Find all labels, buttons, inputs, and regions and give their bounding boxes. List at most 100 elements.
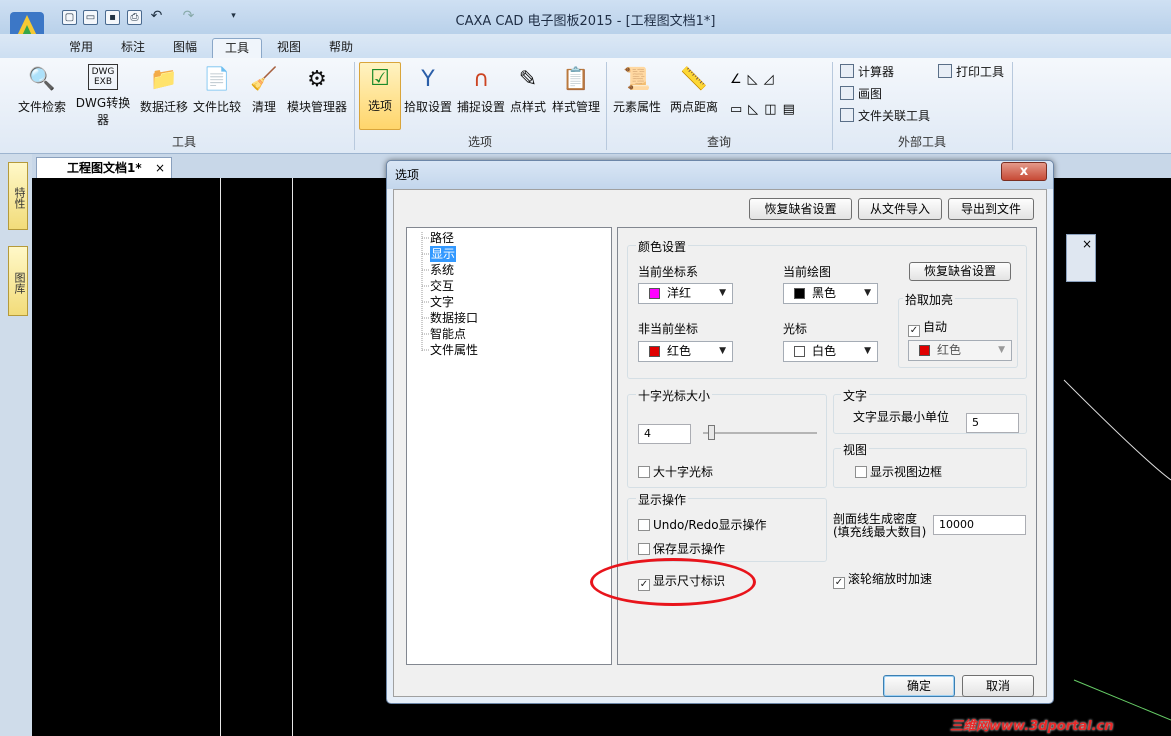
tab-help[interactable]: 帮助 [322, 38, 360, 58]
checkmark-icon: ☑ [370, 65, 390, 91]
open-file-icon[interactable]: ▭ [83, 10, 98, 25]
paint-button[interactable]: 画图 [840, 85, 882, 103]
options-button[interactable]: ☑ 选项 [359, 62, 401, 130]
close-tab-icon[interactable]: × [155, 158, 165, 178]
library-panel-tab[interactable]: 图库 [8, 246, 28, 316]
pick-highlight-label: 拾取加亮 [903, 291, 956, 308]
redo-icon[interactable]: ↷ [181, 9, 196, 25]
two-point-distance-button[interactable]: 📏 两点距离 [667, 64, 721, 126]
show-view-border-checkbox[interactable]: 显示视图边框 [855, 463, 942, 480]
undo-redo-display-checkbox[interactable]: Undo/Redo显示操作 [638, 516, 767, 533]
cancel-button[interactable]: 取消 [962, 675, 1034, 697]
ruler-icon: 📏 [680, 66, 708, 92]
tab-view[interactable]: 视图 [270, 38, 308, 58]
print-icon[interactable]: ⎙ [127, 10, 142, 25]
frame-line [292, 178, 293, 736]
style-manager-button[interactable]: 📋 样式管理 [550, 64, 602, 126]
current-coord-label: 当前坐标系 [638, 265, 699, 279]
tab-tools[interactable]: 工具 [212, 38, 262, 58]
folder-migrate-icon: 📁 [150, 66, 178, 92]
checkbox-icon [638, 519, 650, 531]
cursor-color-label: 光标 [783, 322, 808, 336]
auto-highlight-checkbox[interactable]: ✓ 自动 [908, 318, 947, 337]
import-from-file-button[interactable]: 从文件导入 [858, 198, 942, 220]
style-manager-icon: 📋 [562, 66, 590, 92]
cross-cursor-label: 十字光标大小 [636, 387, 713, 404]
checkbox-icon [855, 466, 867, 478]
color-swatch [649, 288, 660, 299]
group-label-external: 外部工具 [897, 135, 946, 149]
group-divider [354, 62, 355, 150]
min-unit-input[interactable]: 5 [966, 413, 1019, 433]
document-tab[interactable]: 工程图文档1* × [36, 157, 172, 178]
current-draw-select[interactable]: 黑色 ▼ [783, 283, 878, 304]
tree-item-interaction[interactable]: 交互 [430, 278, 454, 294]
tree-item-system[interactable]: 系统 [430, 262, 454, 278]
cursor-size-slider-track[interactable] [703, 432, 817, 434]
color-swatch [919, 345, 930, 356]
undo-icon[interactable]: ↶ [149, 9, 164, 25]
point-style-button[interactable]: ✎ 点样式 [508, 64, 548, 126]
tree-item-display[interactable]: 显示 [430, 246, 457, 262]
current-coord-select[interactable]: 洋红 ▼ [638, 283, 733, 304]
red-highlight-ellipse [590, 558, 756, 606]
properties-panel-tab[interactable]: 特性 [8, 162, 28, 230]
wheel-zoom-accelerate-checkbox[interactable]: ✓ 滚轮缩放时加速 [833, 570, 932, 589]
cross-cursor-size-input[interactable]: 4 [638, 424, 691, 444]
watermark: 三维网www.3dportal.cn [950, 719, 1114, 734]
scroll-icon: 📜 [623, 66, 651, 92]
chevron-down-icon: ▼ [998, 345, 1005, 355]
cleanup-button[interactable]: 🧹 清理 [246, 64, 282, 126]
query-area-icons[interactable]: ▭◺◫▤ [730, 102, 826, 120]
file-association-icon [840, 108, 854, 122]
snap-settings-button[interactable]: ∩ 捕捉设置 [455, 64, 507, 126]
tab-frame[interactable]: 图幅 [166, 38, 204, 58]
print-tool-button[interactable]: 打印工具 [938, 63, 1004, 81]
calculator-button[interactable]: 计算器 [840, 63, 894, 81]
save-display-checkbox[interactable]: 保存显示操作 [638, 540, 725, 557]
close-icon[interactable]: × [1082, 237, 1092, 251]
tab-annotation[interactable]: 标注 [114, 38, 152, 58]
data-migration-button[interactable]: 📁 数据迁移 [138, 64, 190, 126]
compare-files-icon: 📄 [203, 66, 231, 92]
hatch-density-input[interactable]: 10000 [933, 515, 1026, 535]
file-association-button[interactable]: 文件关联工具 [840, 107, 930, 125]
dwg-converter-button[interactable]: DWG EXB DWG转换器 [70, 64, 136, 127]
tree-item-text[interactable]: 文字 [430, 294, 454, 310]
customize-dropdown-icon[interactable]: ▾ [226, 10, 241, 25]
export-to-file-button[interactable]: 导出到文件 [948, 198, 1034, 220]
tree-item-smart-point[interactable]: 智能点 [430, 326, 466, 342]
group-divider [1012, 62, 1013, 150]
tree-item-data-interface[interactable]: 数据接口 [430, 310, 478, 326]
color-restore-defaults-button[interactable]: 恢复缺省设置 [909, 262, 1011, 281]
restore-defaults-button[interactable]: 恢复缺省设置 [749, 198, 852, 220]
cursor-size-slider-thumb[interactable] [707, 425, 715, 440]
tree-item-path[interactable]: 路径 [430, 230, 454, 246]
point-style-icon: ✎ [518, 66, 538, 92]
group-label-options: 选项 [467, 135, 492, 149]
chevron-down-icon: ▼ [864, 346, 871, 356]
dialog-close-button[interactable]: x [1001, 162, 1047, 181]
pick-settings-button[interactable]: Y 拾取设置 [402, 64, 454, 126]
floating-panel[interactable]: × [1066, 234, 1096, 282]
file-compare-button[interactable]: 📄 文件比较 [191, 64, 243, 126]
save-icon[interactable]: ▪ [105, 10, 120, 25]
frame-line [220, 178, 221, 736]
large-cross-cursor-checkbox[interactable]: 大十字光标 [638, 463, 713, 480]
tree-item-file-properties[interactable]: 文件属性 [430, 342, 478, 358]
text-group-label: 文字 [841, 387, 870, 404]
checkbox-checked-icon: ✓ [833, 577, 845, 589]
module-manager-button[interactable]: ⚙ 模块管理器 [284, 64, 350, 126]
file-search-button[interactable]: 🔍 文件检索 [16, 64, 68, 126]
checkbox-icon [638, 543, 650, 555]
element-properties-button[interactable]: 📜 元素属性 [611, 64, 663, 126]
window-title: CAXA CAD 电子图板2015 - [工程图文档1*] [455, 14, 716, 29]
ok-button[interactable]: 确定 [883, 675, 955, 697]
tab-common[interactable]: 常用 [62, 38, 100, 58]
new-file-icon[interactable]: ▢ [62, 10, 77, 25]
title-bar: CAXA CAD 电子图板2015 - [工程图文档1*] [0, 0, 1171, 34]
noncurrent-coord-select[interactable]: 红色 ▼ [638, 341, 733, 362]
query-angle-icons[interactable]: ∠◺◿ [730, 72, 826, 90]
cursor-color-select[interactable]: 白色 ▼ [783, 341, 878, 362]
group-label-query: 查询 [706, 135, 731, 149]
